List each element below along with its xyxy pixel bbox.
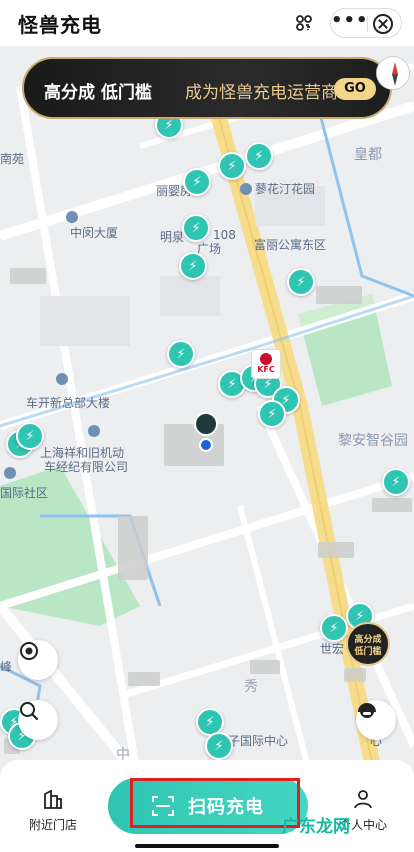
charger-pin[interactable]: ⚡ (258, 400, 286, 428)
capsule-divider (367, 16, 368, 32)
bottom-bar: 附近门店 扫码充电 个人中心 广东龙网 (0, 760, 414, 852)
map-label: 黎安智谷园 (338, 433, 408, 449)
lightning-icon: ⚡ (191, 220, 201, 236)
banner-headline: 高分成 低门槛 (44, 83, 152, 103)
map-label (4, 466, 19, 480)
blurred-area (128, 672, 160, 686)
map-label-text: 蓼花汀花园 (255, 182, 316, 196)
headset-icon (358, 703, 376, 718)
app-title: 怪兽充电 (18, 13, 102, 37)
lightning-icon: ⚡ (254, 148, 264, 164)
lightning-icon: ⚡ (329, 620, 339, 636)
building-icon (44, 789, 62, 809)
lightning-icon: ⚡ (227, 376, 237, 392)
lightning-icon: ⚡ (164, 117, 174, 133)
lightning-icon: ⚡ (267, 406, 277, 422)
current-location-dot (199, 438, 213, 452)
lightning-icon: ⚡ (391, 474, 401, 490)
charger-pin[interactable]: ⚡ (320, 614, 348, 642)
top-app-bar: 怪兽充电 ••• (0, 0, 414, 46)
lightning-icon: ⚡ (176, 346, 186, 362)
blurred-area (118, 516, 148, 580)
map-label (56, 372, 71, 386)
banner-subtitle: 成为怪兽充电运营商 (185, 83, 338, 103)
poi-icon (56, 373, 68, 385)
charger-pin[interactable]: ⚡ (179, 252, 207, 280)
locate-icon (20, 642, 38, 660)
blurred-area (10, 268, 46, 284)
charger-pin[interactable]: ⚡ (16, 422, 44, 450)
map-label: 国际社区 (0, 486, 49, 500)
blurred-area (316, 286, 362, 304)
locate-button[interactable] (18, 640, 58, 680)
scan-qr-icon-svg (296, 15, 312, 31)
promo-badge[interactable]: 高分成 低门槛 (346, 622, 390, 666)
user-icon (354, 790, 372, 809)
nav-nearby-label: 附近门店 (28, 818, 77, 832)
blurred-area (318, 542, 354, 558)
promo-line1: 高分成 (354, 635, 382, 645)
map-label: 峰 (0, 660, 13, 674)
lightning-icon: ⚡ (205, 714, 215, 730)
lightning-icon: ⚡ (355, 608, 365, 624)
map-label (88, 424, 103, 438)
charger-pin[interactable]: ⚡ (167, 340, 195, 368)
poi-icon (66, 211, 78, 223)
go-button[interactable]: GO (334, 78, 376, 100)
blurred-area (372, 498, 412, 512)
lightning-icon: ⚡ (25, 428, 35, 444)
map-label: 车经纪有限公司 (44, 460, 129, 474)
map-label: 世宏 (320, 642, 345, 656)
lightning-icon: ⚡ (296, 274, 306, 290)
charger-pin[interactable]: ⚡ (182, 214, 210, 242)
charger-pin[interactable]: ⚡ (287, 268, 315, 296)
map-label (66, 210, 81, 224)
lightning-icon: ⚡ (214, 738, 224, 754)
kfc-label: KFC (257, 365, 275, 374)
annotation-highlight-box (130, 778, 300, 828)
scan-qr-icon[interactable] (287, 8, 321, 38)
charger-pin[interactable]: ⚡ (183, 168, 211, 196)
lightning-icon: ⚡ (188, 258, 198, 274)
map-label: 皇都 (354, 147, 382, 163)
compass-icon[interactable] (376, 56, 410, 90)
charger-pin[interactable]: ⚡ (205, 732, 233, 760)
map-label: 南苑 (0, 152, 25, 166)
map-view[interactable]: 南苑 丽婴房 蓼花汀花园 中闵大厦 明泉 108 广场 富丽公寓东区 皇都 车开… (0, 46, 414, 852)
blurred-area (344, 668, 366, 682)
location-pin-icon (194, 412, 218, 436)
blurred-area (250, 660, 280, 674)
miniprogram-capsule: ••• (330, 8, 402, 38)
customer-service-button[interactable] (356, 700, 396, 740)
poi-icon (240, 183, 252, 195)
kfc-marker[interactable]: KFC (251, 349, 281, 379)
user-location-marker (194, 412, 218, 452)
more-icon[interactable]: ••• (331, 9, 368, 39)
search-icon (20, 702, 39, 721)
poi-icon (4, 467, 16, 479)
map-label: 车开新总部大楼 (26, 396, 111, 410)
operator-banner[interactable]: 高分成 低门槛 成为怪兽充电运营商 GO (22, 57, 392, 119)
close-icon[interactable] (373, 14, 393, 34)
charger-pin[interactable]: ⚡ (245, 142, 273, 170)
watermark: 广东龙网 (282, 817, 350, 837)
map-label: 子国际中心 (228, 734, 289, 748)
charger-pin[interactable]: ⚡ (218, 152, 246, 180)
poi-icon (88, 425, 100, 437)
map-label: 明泉 (160, 230, 185, 244)
map-label: 富丽公寓东区 (254, 238, 327, 252)
map-label: 秀 (244, 679, 258, 695)
nav-nearby-stores[interactable]: 附近门店 (8, 788, 98, 833)
map-label: 蓼花汀花园 (240, 180, 315, 197)
lightning-icon: ⚡ (227, 158, 237, 174)
promo-line2: 低门槛 (354, 647, 382, 657)
charger-pin[interactable]: ⚡ (382, 468, 410, 496)
home-indicator (135, 844, 279, 848)
map-label: 中闵大厦 (70, 226, 119, 240)
lightning-icon: ⚡ (192, 174, 202, 190)
search-button[interactable] (18, 700, 58, 740)
